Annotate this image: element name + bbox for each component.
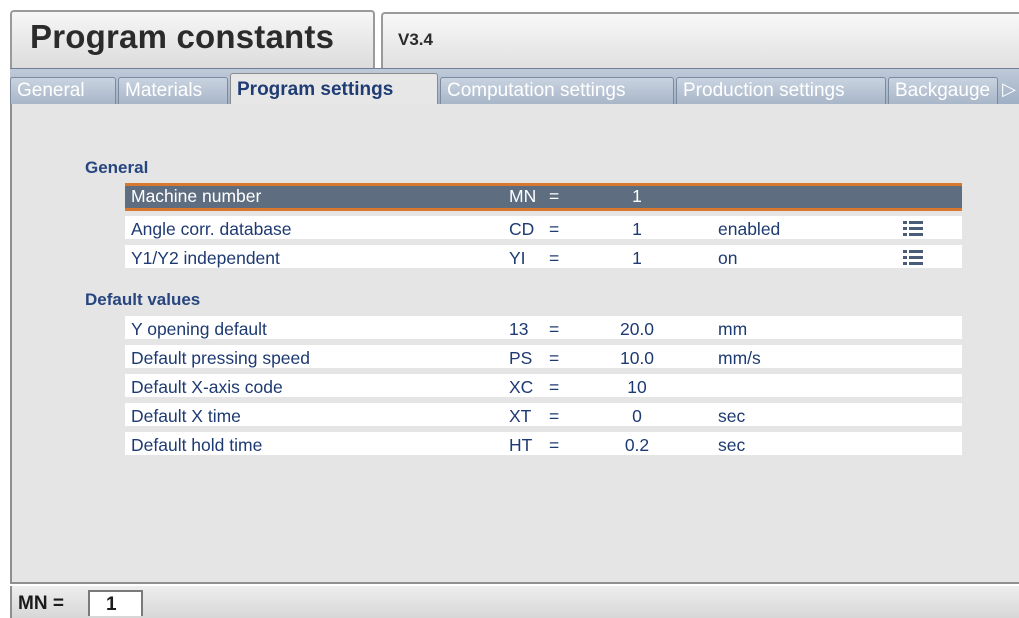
setting-value[interactable]: 10	[597, 377, 677, 398]
equals-sign: =	[549, 219, 560, 239]
setting-row-default-hold-time[interactable]: Default hold time HT = 0.2 sec	[125, 432, 962, 457]
setting-code: MN	[509, 186, 537, 206]
setting-unit: mm	[718, 319, 748, 339]
setting-row-default-x-axis-code[interactable]: Default X-axis code XC = 10	[125, 374, 962, 399]
setting-unit: mm/s	[718, 348, 761, 368]
setting-row-machine-number[interactable]: Machine number MN = 1	[125, 183, 962, 211]
tab-materials[interactable]: Materials	[118, 77, 228, 105]
status-code-label: MN =	[18, 593, 64, 614]
equals-sign: =	[549, 406, 560, 426]
tab-general[interactable]: General	[10, 77, 116, 105]
list-icon[interactable]	[903, 221, 925, 237]
setting-unit: sec	[718, 435, 746, 455]
setting-label: Default hold time	[131, 435, 263, 455]
triangle-right-icon[interactable]: ▷	[999, 79, 1019, 103]
tab-computation-settings[interactable]: Computation settings	[440, 77, 674, 105]
setting-code: PS	[509, 348, 533, 368]
setting-code: XT	[509, 406, 532, 426]
setting-label: Machine number	[131, 186, 262, 206]
setting-label: Angle corr. database	[131, 219, 292, 239]
tab-backgauge[interactable]: Backgauge	[888, 77, 998, 105]
setting-value[interactable]: 0	[597, 406, 677, 427]
section-title-general: General	[85, 158, 149, 177]
setting-unit: on	[718, 248, 738, 268]
setting-label: Default pressing speed	[131, 348, 310, 368]
status-bar: MN = 1	[10, 586, 1019, 618]
setting-row-default-x-time[interactable]: Default X time XT = 0 sec	[125, 403, 962, 428]
setting-label: Default X time	[131, 406, 241, 426]
page-title: Program constants	[30, 18, 335, 55]
setting-code: XC	[509, 377, 534, 397]
setting-code: CD	[509, 219, 535, 239]
setting-row-default-pressing-speed[interactable]: Default pressing speed PS = 10.0 mm/s	[125, 345, 962, 370]
settings-panel: General Machine number MN = 1 Angle corr…	[10, 104, 1019, 584]
setting-value[interactable]: 1	[597, 186, 677, 207]
setting-unit: enabled	[718, 219, 781, 239]
setting-value[interactable]: 1	[597, 248, 677, 269]
equals-sign: =	[549, 319, 560, 339]
version-label: V3.4	[398, 30, 433, 49]
equals-sign: =	[549, 348, 560, 368]
equals-sign: =	[549, 377, 560, 397]
setting-row-y1y2-independent[interactable]: Y1/Y2 independent YI = 1 on	[125, 245, 962, 270]
setting-label: Y1/Y2 independent	[131, 248, 280, 268]
version-box: V3.4	[381, 12, 1019, 68]
setting-value[interactable]: 10.0	[597, 348, 677, 369]
equals-sign: =	[549, 435, 560, 455]
setting-code: 13	[509, 319, 529, 339]
tab-bar: General Materials Program settings Compu…	[10, 68, 1019, 105]
equals-sign: =	[549, 248, 560, 268]
equals-sign: =	[549, 186, 560, 206]
setting-value[interactable]: 1	[597, 219, 677, 240]
setting-row-angle-corr-database[interactable]: Angle corr. database CD = 1 enabled	[125, 216, 962, 241]
setting-code: HT	[509, 435, 533, 455]
setting-label: Y opening default	[131, 319, 267, 339]
list-icon[interactable]	[903, 250, 925, 266]
value-input-field[interactable]: 1	[88, 590, 143, 616]
setting-value[interactable]: 0.2	[597, 435, 677, 456]
setting-label: Default X-axis code	[131, 377, 283, 397]
setting-unit: sec	[718, 406, 746, 426]
tab-production-settings[interactable]: Production settings	[676, 77, 886, 105]
setting-value[interactable]: 20.0	[597, 319, 677, 340]
setting-row-y-opening-default[interactable]: Y opening default 13 = 20.0 mm	[125, 316, 962, 341]
tab-program-settings[interactable]: Program settings	[230, 73, 438, 105]
title-tab: Program constants	[10, 10, 375, 68]
section-title-default-values: Default values	[85, 290, 201, 309]
setting-code: YI	[509, 248, 526, 268]
